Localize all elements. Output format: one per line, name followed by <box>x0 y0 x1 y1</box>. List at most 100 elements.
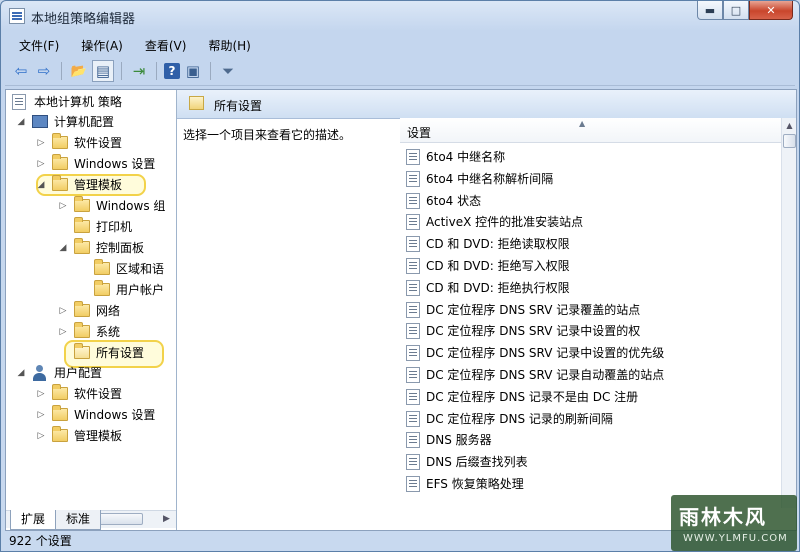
watermark-logo: 雨林木风 WWW.YLMFU.COM <box>671 495 797 551</box>
tree-label: 软件设置 <box>74 387 123 401</box>
setting-row[interactable]: CD 和 DVD: 拒绝写入权限 <box>400 255 781 277</box>
policy-setting-icon <box>406 170 420 187</box>
setting-row[interactable]: DC 定位程序 DNS 记录不是由 DC 注册 <box>400 386 781 408</box>
setting-row[interactable]: DNS 服务器 <box>400 429 781 451</box>
collapsed-arrow-icon[interactable]: ▷ <box>58 196 68 216</box>
policy-setting-icon <box>406 432 420 449</box>
toolbar-separator <box>156 62 157 80</box>
menu-file[interactable]: 文件(F) <box>5 35 67 55</box>
setting-row[interactable]: 6to4 状态 <box>400 190 781 212</box>
setting-row[interactable]: DC 定位程序 DNS SRV 记录自动覆盖的站点 <box>400 364 781 386</box>
setting-name: CD 和 DVD: 拒绝读取权限 <box>426 237 570 252</box>
menu-action[interactable]: 操作(A) <box>67 35 131 55</box>
export-list-icon[interactable]: ⇥ <box>129 61 149 81</box>
column-header-setting[interactable]: ▲ 设置 <box>400 118 781 143</box>
list-vertical-scrollbar[interactable]: ▲ <box>781 118 796 508</box>
setting-row[interactable]: ActiveX 控件的批准安装站点 <box>400 211 781 233</box>
policy-setting-icon <box>406 345 420 362</box>
gpedit-app-icon <box>9 8 25 24</box>
collapsed-arrow-icon[interactable]: ▷ <box>36 154 46 174</box>
policy-setting-icon <box>406 192 420 209</box>
folder-icon <box>52 133 68 149</box>
toolbar-separator <box>210 62 211 80</box>
collapsed-arrow-icon[interactable]: ▷ <box>36 384 46 404</box>
folder-icon <box>52 175 68 191</box>
menu-help[interactable]: 帮助(H) <box>194 35 258 55</box>
show-action-pane-icon[interactable]: ▣ <box>183 61 203 81</box>
setting-name: 6to4 中继名称解析间隔 <box>426 171 554 186</box>
details-pane: 所有设置 选择一个项目来查看它的描述。 ▲ 设置 6to4 中继名称 6to4 中… <box>177 90 796 530</box>
setting-row[interactable]: DC 定位程序 DNS SRV 记录覆盖的站点 <box>400 299 781 321</box>
menu-view[interactable]: 查看(V) <box>131 35 195 55</box>
minimize-button[interactable]: ▬ <box>697 1 723 20</box>
toolbar-separator <box>121 62 122 80</box>
tree-label: 软件设置 <box>74 136 123 150</box>
collapsed-arrow-icon[interactable]: ▷ <box>58 301 68 321</box>
policy-setting-icon <box>406 236 420 253</box>
policy-setting-icon <box>406 388 420 405</box>
policy-root-icon <box>12 94 26 110</box>
collapsed-arrow-icon[interactable]: ▷ <box>58 322 68 342</box>
folder-icon <box>74 322 90 338</box>
folder-icon <box>74 301 90 317</box>
show-hide-tree-icon[interactable]: ▤ <box>92 60 114 82</box>
scroll-right-icon[interactable]: ▶ <box>159 512 174 527</box>
collapsed-arrow-icon[interactable]: ▷ <box>36 133 46 153</box>
scroll-up-icon[interactable]: ▲ <box>782 118 796 133</box>
details-header: 所有设置 <box>177 90 796 119</box>
setting-name: DC 定位程序 DNS SRV 记录自动覆盖的站点 <box>426 368 665 382</box>
setting-row[interactable]: 6to4 中继名称 <box>400 146 781 168</box>
setting-row[interactable]: DNS 后缀查找列表 <box>400 451 781 473</box>
tree-label: 网络 <box>96 304 121 318</box>
setting-row[interactable]: CD 和 DVD: 拒绝读取权限 <box>400 233 781 255</box>
folder-icon <box>74 217 90 233</box>
close-button[interactable]: ✕ <box>749 1 793 20</box>
collapsed-arrow-icon[interactable]: ▷ <box>36 426 46 446</box>
tree-label: Windows 设置 <box>74 408 156 422</box>
policy-setting-icon <box>406 279 420 296</box>
tree-label: 计算机配置 <box>54 115 115 129</box>
setting-name: ActiveX 控件的批准安装站点 <box>426 215 584 230</box>
setting-name: DC 定位程序 DNS 记录的刷新间隔 <box>426 411 613 426</box>
filter-icon[interactable]: ⏷ <box>218 61 238 81</box>
tree-label: 管理模板 <box>74 178 123 192</box>
forward-arrow-icon[interactable]: ⇨ <box>34 61 54 81</box>
expanded-arrow-icon[interactable]: ◢ <box>16 363 26 383</box>
tab-extended[interactable]: 扩展 <box>10 510 57 530</box>
window: 本地组策略编辑器 ▬ □ ✕ 文件(F) 操作(A) 查看(V) 帮助(H) ⇦… <box>0 0 800 552</box>
collapsed-arrow-icon[interactable]: ▷ <box>36 405 46 425</box>
expanded-arrow-icon[interactable]: ◢ <box>16 112 26 132</box>
setting-row[interactable]: EFS 恢复策略处理 <box>400 473 781 495</box>
setting-name: 6to4 中继名称 <box>426 150 506 164</box>
back-arrow-icon[interactable]: ⇦ <box>11 61 31 81</box>
main-panes: 本地计算机 策略 ◢ 计算机配置 ▷ 软件设置 ▷ Windows 设置 ◢ 管… <box>5 89 797 531</box>
expanded-arrow-icon[interactable]: ◢ <box>58 238 68 258</box>
computer-icon <box>32 115 48 128</box>
folder-icon <box>52 154 68 170</box>
title-bar[interactable]: 本地组策略编辑器 ▬ □ ✕ <box>1 1 799 31</box>
policy-setting-icon <box>406 258 420 274</box>
tree-label: 控制面板 <box>96 241 145 255</box>
up-folder-icon[interactable]: 📂 <box>69 61 89 81</box>
all-settings-folder-icon <box>74 343 90 359</box>
setting-row[interactable]: DC 定位程序 DNS 记录的刷新间隔 <box>400 408 781 430</box>
sort-ascending-icon: ▲ <box>579 119 586 128</box>
folder-icon <box>74 238 90 254</box>
setting-row[interactable]: DC 定位程序 DNS SRV 记录中设置的优先级 <box>400 342 781 364</box>
policy-setting-icon <box>406 149 420 165</box>
setting-row[interactable]: CD 和 DVD: 拒绝执行权限 <box>400 277 781 299</box>
expanded-arrow-icon[interactable]: ◢ <box>36 175 46 195</box>
maximize-button[interactable]: □ <box>723 1 749 20</box>
help-icon[interactable]: ? <box>164 63 180 79</box>
setting-name: DC 定位程序 DNS 记录不是由 DC 注册 <box>426 389 639 404</box>
policy-tree: 本地计算机 策略 ◢ 计算机配置 ▷ 软件设置 ▷ Windows 设置 ◢ 管… <box>6 90 177 530</box>
tab-standard[interactable]: 标准 <box>55 510 102 530</box>
scroll-thumb[interactable] <box>783 134 796 148</box>
folder-icon <box>52 426 68 442</box>
policy-setting-icon <box>406 323 420 340</box>
setting-row[interactable]: 6to4 中继名称解析间隔 <box>400 168 781 190</box>
setting-row[interactable]: DC 定位程序 DNS SRV 记录中设置的权 <box>400 320 781 342</box>
tree-label: 所有设置 <box>96 346 145 360</box>
window-title: 本地组策略编辑器 <box>31 12 136 27</box>
all-settings-icon <box>189 96 204 110</box>
